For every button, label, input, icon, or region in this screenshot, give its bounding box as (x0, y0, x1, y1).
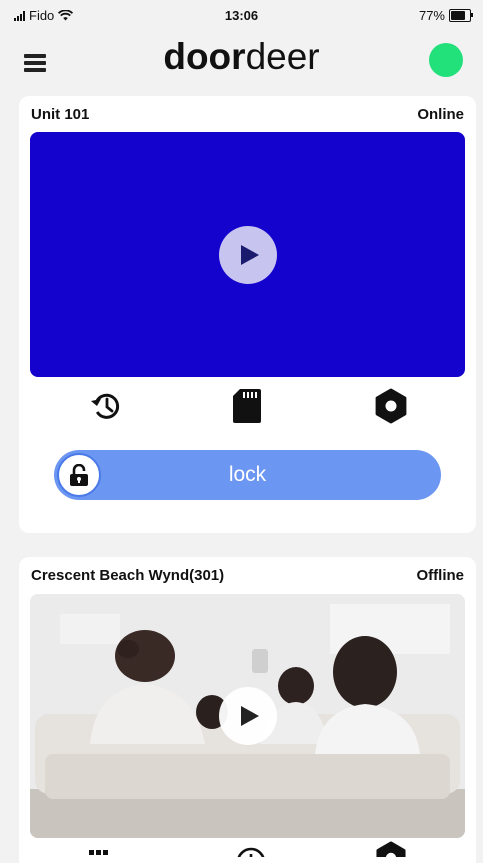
unit-card: Crescent Beach Wynd(301) Offline (19, 557, 476, 863)
unit-status: Offline (416, 567, 465, 584)
clock-time: 13:06 (224, 8, 259, 23)
unit-card: Unit 101 Online lock (19, 96, 476, 533)
live-video-preview[interactable] (30, 132, 465, 377)
settings-icon[interactable] (374, 841, 408, 857)
unit-name: Crescent Beach Wynd(301) (31, 567, 225, 584)
play-button[interactable] (218, 225, 277, 284)
status-bar: Fido 13:06 77% (0, 8, 483, 28)
lock-label: lock (228, 463, 267, 486)
unit-status: Online (417, 106, 464, 123)
clock-icon[interactable] (234, 845, 268, 857)
video-thumbnail[interactable] (30, 594, 465, 838)
app-header: doordeer (0, 32, 483, 88)
logo-regular-part: deer (245, 36, 320, 77)
logo-bold-part: door (163, 36, 246, 77)
card-header: Unit 101 Online (31, 106, 464, 123)
card-header: Crescent Beach Wynd(301) Offline (31, 567, 464, 584)
clipped-header-text (0, 0, 483, 8)
settings-icon[interactable] (371, 386, 411, 426)
battery-percent: 77% (418, 8, 445, 23)
lock-slider[interactable]: lock (54, 450, 441, 500)
battery-fill (451, 11, 465, 20)
status-right: 77% (418, 8, 473, 23)
play-icon (240, 706, 259, 726)
unit-actions (19, 841, 476, 863)
play-icon (240, 244, 259, 265)
play-button[interactable] (218, 687, 277, 745)
history-icon[interactable] (86, 386, 126, 426)
grid-icon[interactable] (87, 845, 111, 857)
connection-status-indicator[interactable] (429, 43, 463, 77)
app-screen: Fido 13:06 77% doordeer Unit 101 Online (0, 0, 483, 863)
unit-actions (19, 386, 476, 426)
sd-card-icon[interactable] (227, 386, 267, 426)
battery-icon (449, 9, 473, 22)
app-logo: doordeer (0, 36, 483, 78)
unit-name: Unit 101 (31, 106, 90, 123)
